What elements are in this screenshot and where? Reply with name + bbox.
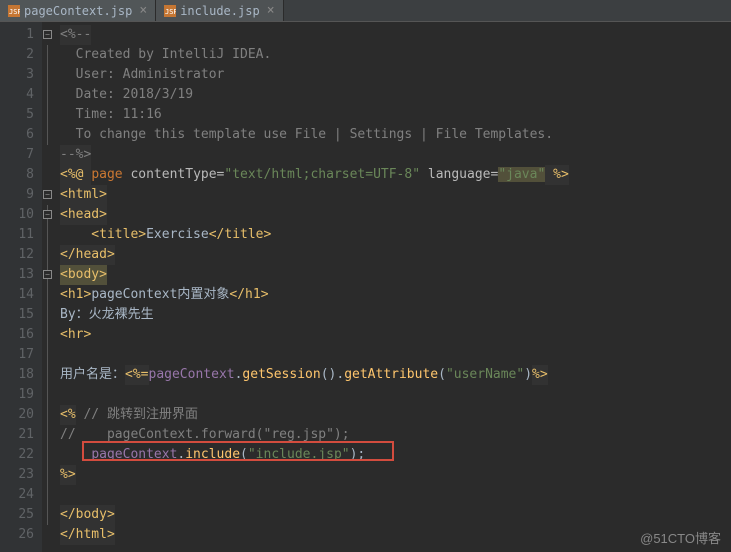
- code-line: <body>: [60, 265, 731, 285]
- svg-text:JSP: JSP: [9, 8, 20, 16]
- code-area[interactable]: <%-- Created by IntelliJ IDEA. User: Adm…: [54, 22, 731, 552]
- code-line: <%--: [60, 25, 731, 45]
- code-line: <h1>pageContext内置对象</h1>: [60, 285, 731, 305]
- tab-label: include.jsp: [180, 4, 259, 18]
- code-line: [60, 485, 731, 505]
- code-line: 用户名是：<%=pageContext.getSession().getAttr…: [60, 365, 731, 385]
- code-line: %>: [60, 465, 731, 485]
- tab-include[interactable]: JSP include.jsp ×: [156, 0, 283, 21]
- code-line: <%@ page contentType="text/html;charset=…: [60, 165, 731, 185]
- code-line: // pageContext.forward("reg.jsp");: [60, 425, 731, 445]
- code-line: pageContext.include("include.jsp");: [60, 445, 731, 465]
- code-line: To change this template use File | Setti…: [60, 125, 731, 145]
- code-line: [60, 345, 731, 365]
- code-line: Time: 11:16: [60, 105, 731, 125]
- code-line: User: Administrator: [60, 65, 731, 85]
- code-editor[interactable]: 123 456 789 101112 131415 161718 192021 …: [0, 22, 731, 552]
- code-line: [60, 385, 731, 405]
- code-line: By：火龙裸先生: [60, 305, 731, 325]
- fold-marker[interactable]: −: [43, 190, 52, 199]
- code-line: Date: 2018/3/19: [60, 85, 731, 105]
- code-line: </head>: [60, 245, 731, 265]
- fold-marker[interactable]: −: [43, 30, 52, 39]
- code-line: <hr>: [60, 325, 731, 345]
- fold-marker[interactable]: −: [43, 210, 52, 219]
- code-line: Created by IntelliJ IDEA.: [60, 45, 731, 65]
- watermark: @51CTO博客: [640, 528, 721, 547]
- jsp-file-icon: JSP: [164, 5, 176, 17]
- jsp-file-icon: JSP: [8, 5, 20, 17]
- svg-text:JSP: JSP: [165, 8, 176, 16]
- line-gutter: 123 456 789 101112 131415 161718 192021 …: [0, 22, 42, 552]
- code-line: </body>: [60, 505, 731, 525]
- fold-column: − − − −: [42, 22, 54, 552]
- code-line: <% // 跳转到注册界面: [60, 405, 731, 425]
- code-line: <head>: [60, 205, 731, 225]
- code-line: </html>: [60, 525, 731, 545]
- close-icon[interactable]: ×: [139, 3, 147, 18]
- code-line: --%>: [60, 145, 731, 165]
- close-icon[interactable]: ×: [267, 3, 275, 18]
- code-line: <title>Exercise</title>: [60, 225, 731, 245]
- tab-pagecontext[interactable]: JSP pageContext.jsp ×: [0, 0, 156, 21]
- code-line: <html>: [60, 185, 731, 205]
- editor-tabs: JSP pageContext.jsp × JSP include.jsp ×: [0, 0, 731, 22]
- tab-label: pageContext.jsp: [24, 4, 132, 18]
- fold-marker[interactable]: −: [43, 270, 52, 279]
